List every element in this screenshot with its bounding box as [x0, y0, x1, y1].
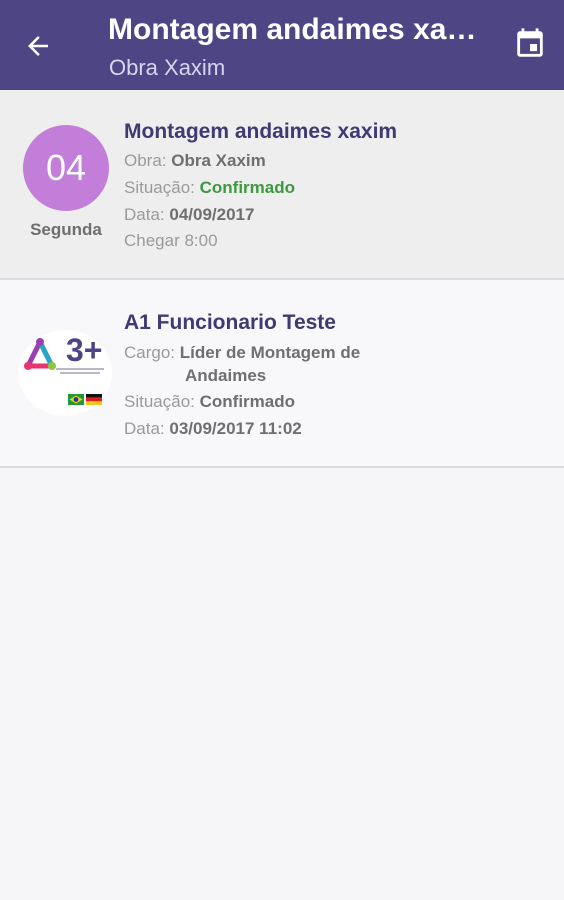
cargo-value-line2: Andaimes [185, 366, 267, 385]
calendar-icon [517, 28, 543, 57]
obra-row: Obra: Obra Xaxim [124, 150, 266, 172]
weekday-label: Segunda [30, 220, 102, 239]
back-button[interactable] [14, 22, 62, 70]
data-row: Data: 04/09/2017 [124, 204, 254, 226]
arrow-back-icon [28, 36, 48, 56]
data-value: 03/09/2017 11:02 [169, 419, 302, 438]
date-badge: 04 [23, 125, 109, 211]
logo-text: 3+ [66, 332, 103, 368]
data-row: Data: 03/09/2017 11:02 [124, 418, 302, 440]
obra-value: Obra Xaxim [171, 151, 266, 170]
obra-label: Obra: [124, 151, 167, 170]
event-card[interactable]: 04 Segunda Montagem andaimes xaxim Obra:… [0, 90, 564, 280]
status-badge: Confirmado [199, 178, 296, 197]
situacao-value: Confirmado [199, 392, 296, 411]
situacao-row: Situação: Confirmado [124, 391, 295, 413]
situacao-label: Situação: [124, 392, 195, 411]
company-logo: 3+ [18, 330, 112, 416]
app-bar: Montagem andaimes xaxim Obra Xaxim [0, 0, 564, 90]
arrival-time: Chegar 8:00 [124, 231, 218, 250]
cargo-label: Cargo: [124, 343, 176, 362]
event-title: Montagem andaimes xaxim [124, 120, 398, 143]
situacao-label: Situação: [124, 178, 195, 197]
employee-card[interactable]: 3+ A1 Funcionario Teste Cargo: Líder de … [0, 280, 564, 468]
data-value: 04/09/2017 [169, 205, 255, 224]
data-label: Data: [124, 205, 165, 224]
data-label: Data: [124, 419, 165, 438]
employee-name: A1 Funcionario Teste [124, 311, 336, 334]
cargo-row-continued: Andaimes [185, 365, 266, 387]
situacao-row: Situação: Confirmado [124, 177, 295, 199]
cargo-value-line1: Líder de Montagem de [179, 343, 361, 362]
page-subtitle: Obra Xaxim [109, 55, 226, 80]
cargo-row: Cargo: Líder de Montagem de [124, 342, 360, 364]
page-title: Montagem andaimes xaxim [108, 13, 484, 46]
calendar-button[interactable] [506, 20, 554, 68]
